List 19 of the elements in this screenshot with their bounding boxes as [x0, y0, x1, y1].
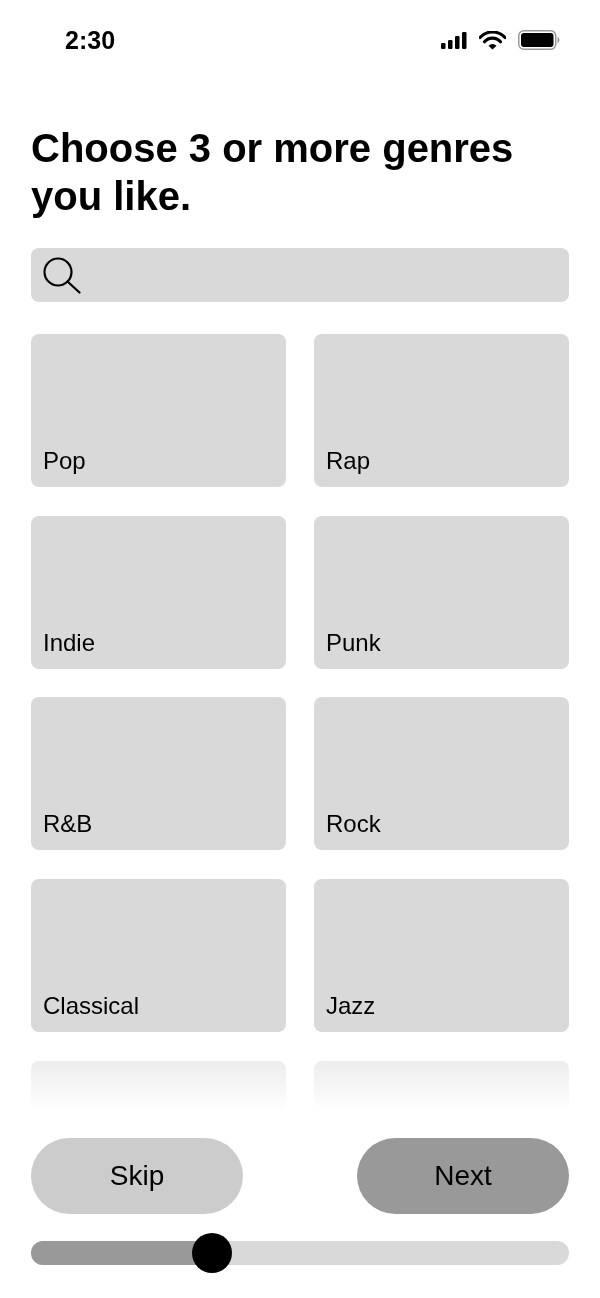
- genre-card[interactable]: Jazz: [314, 879, 569, 1033]
- slider-thumb[interactable]: [191, 1232, 232, 1273]
- genre-card[interactable]: Rock: [314, 697, 569, 851]
- search-icon: [43, 256, 81, 294]
- status-time: 2:30: [65, 27, 116, 53]
- genre-card[interactable]: Classical: [31, 879, 286, 1033]
- slider-track[interactable]: [31, 1240, 569, 1265]
- genre-card[interactable]: R&B: [31, 697, 286, 851]
- genre-card[interactable]: Punk: [314, 515, 569, 669]
- search-field[interactable]: [31, 248, 569, 302]
- next-button[interactable]: Next: [357, 1137, 569, 1214]
- page-title: Choose 3 or more genres you like.: [31, 125, 515, 220]
- genre-card[interactable]: Indie: [31, 515, 286, 669]
- genre-card[interactable]: Rap: [314, 334, 569, 487]
- battery-icon: [518, 30, 560, 50]
- skip-button[interactable]: Skip: [31, 1137, 243, 1214]
- genre-card[interactable]: Pop: [31, 334, 286, 487]
- signal-icon: [441, 31, 467, 49]
- wifi-icon: [479, 30, 506, 50]
